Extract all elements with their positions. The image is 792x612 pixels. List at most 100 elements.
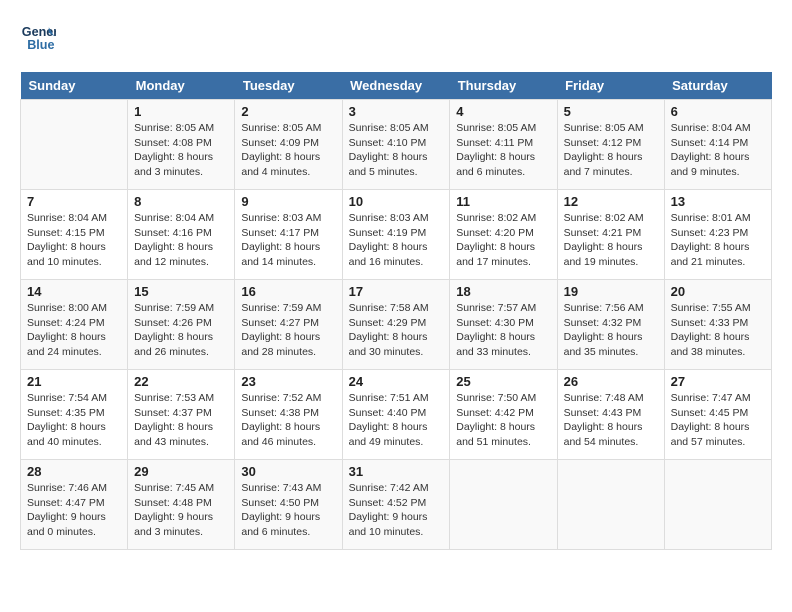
day-info: Sunrise: 7:46 AMSunset: 4:47 PMDaylight:… (27, 481, 121, 540)
calendar-cell: 18 Sunrise: 7:57 AMSunset: 4:30 PMDayligh… (450, 280, 557, 370)
day-number: 31 (349, 464, 444, 479)
day-info: Sunrise: 8:00 AMSunset: 4:24 PMDaylight:… (27, 301, 121, 360)
calendar-cell: 27Sunrise: 7:47 AMSunset: 4:45 PMDayligh… (664, 370, 771, 460)
day-info: Sunrise: 7:50 AMSunset: 4:42 PMDaylight:… (456, 391, 550, 450)
calendar-cell: 15 Sunrise: 7:59 AMSunset: 4:26 PMDayligh… (128, 280, 235, 370)
weekday-header-cell: Tuesday (235, 72, 342, 100)
day-number: 21 (27, 374, 121, 389)
weekday-header-row: SundayMondayTuesdayWednesdayThursdayFrid… (21, 72, 772, 100)
day-number: 28 (27, 464, 121, 479)
day-number: 29 (134, 464, 228, 479)
calendar-cell: 21 Sunrise: 7:54 AMSunset: 4:35 PMDayligh… (21, 370, 128, 460)
day-info: Sunrise: 7:43 AMSunset: 4:50 PMDaylight:… (241, 481, 335, 540)
weekday-header-cell: Thursday (450, 72, 557, 100)
day-number: 8 (134, 194, 228, 209)
calendar-cell: 14 Sunrise: 8:00 AMSunset: 4:24 PMDayligh… (21, 280, 128, 370)
day-number: 5 (564, 104, 658, 119)
day-number: 27 (671, 374, 765, 389)
weekday-header-cell: Sunday (21, 72, 128, 100)
day-number: 13 (671, 194, 765, 209)
day-number: 10 (349, 194, 444, 209)
calendar-cell (21, 100, 128, 190)
calendar-cell: 22 Sunrise: 7:53 AMSunset: 4:37 PMDayligh… (128, 370, 235, 460)
calendar-cell (664, 460, 771, 550)
calendar-cell: 16 Sunrise: 7:59 AMSunset: 4:27 PMDayligh… (235, 280, 342, 370)
day-number: 15 (134, 284, 228, 299)
day-number: 20 (671, 284, 765, 299)
day-info: Sunrise: 7:55 AMSunset: 4:33 PMDaylight:… (671, 301, 765, 360)
logo-icon: General Blue (20, 20, 56, 56)
calendar-cell (450, 460, 557, 550)
day-info: Sunrise: 8:02 AMSunset: 4:21 PMDaylight:… (564, 211, 658, 270)
calendar-week-row: 1Sunrise: 8:05 AMSunset: 4:08 PMDaylight… (21, 100, 772, 190)
day-number: 25 (456, 374, 550, 389)
day-number: 26 (564, 374, 658, 389)
day-number: 22 (134, 374, 228, 389)
calendar-cell: 31 Sunrise: 7:42 AMSunset: 4:52 PMDayligh… (342, 460, 450, 550)
calendar-week-row: 28 Sunrise: 7:46 AMSunset: 4:47 PMDayligh… (21, 460, 772, 550)
day-info: Sunrise: 8:05 AMSunset: 4:10 PMDaylight:… (349, 121, 444, 180)
day-number: 18 (456, 284, 550, 299)
day-number: 3 (349, 104, 444, 119)
day-info: Sunrise: 7:59 AMSunset: 4:27 PMDaylight:… (241, 301, 335, 360)
calendar-cell: 24Sunrise: 7:51 AMSunset: 4:40 PMDayligh… (342, 370, 450, 460)
calendar-cell: 10Sunrise: 8:03 AMSunset: 4:19 PMDayligh… (342, 190, 450, 280)
day-info: Sunrise: 7:52 AMSunset: 4:38 PMDaylight:… (241, 391, 335, 450)
calendar-week-row: 7 Sunrise: 8:04 AMSunset: 4:15 PMDaylight… (21, 190, 772, 280)
day-info: Sunrise: 8:05 AMSunset: 4:09 PMDaylight:… (241, 121, 335, 180)
day-number: 11 (456, 194, 550, 209)
day-number: 6 (671, 104, 765, 119)
calendar-cell: 26 Sunrise: 7:48 AMSunset: 4:43 PMDayligh… (557, 370, 664, 460)
calendar-week-row: 21 Sunrise: 7:54 AMSunset: 4:35 PMDayligh… (21, 370, 772, 460)
calendar-cell: 20 Sunrise: 7:55 AMSunset: 4:33 PMDayligh… (664, 280, 771, 370)
day-info: Sunrise: 7:59 AMSunset: 4:26 PMDaylight:… (134, 301, 228, 360)
day-number: 7 (27, 194, 121, 209)
calendar-cell: 3 Sunrise: 8:05 AMSunset: 4:10 PMDaylight… (342, 100, 450, 190)
day-info: Sunrise: 7:45 AMSunset: 4:48 PMDaylight:… (134, 481, 228, 540)
calendar-body: 1Sunrise: 8:05 AMSunset: 4:08 PMDaylight… (21, 100, 772, 550)
calendar-cell: 17Sunrise: 7:58 AMSunset: 4:29 PMDayligh… (342, 280, 450, 370)
day-info: Sunrise: 8:05 AMSunset: 4:11 PMDaylight:… (456, 121, 550, 180)
day-number: 1 (134, 104, 228, 119)
day-info: Sunrise: 7:48 AMSunset: 4:43 PMDaylight:… (564, 391, 658, 450)
day-info: Sunrise: 8:01 AMSunset: 4:23 PMDaylight:… (671, 211, 765, 270)
calendar-cell: 28 Sunrise: 7:46 AMSunset: 4:47 PMDayligh… (21, 460, 128, 550)
day-number: 17 (349, 284, 444, 299)
day-info: Sunrise: 7:51 AMSunset: 4:40 PMDaylight:… (349, 391, 444, 450)
calendar-cell: 13 Sunrise: 8:01 AMSunset: 4:23 PMDayligh… (664, 190, 771, 280)
calendar-table: SundayMondayTuesdayWednesdayThursdayFrid… (20, 72, 772, 550)
day-number: 16 (241, 284, 335, 299)
calendar-cell: 25 Sunrise: 7:50 AMSunset: 4:42 PMDayligh… (450, 370, 557, 460)
day-info: Sunrise: 8:04 AMSunset: 4:14 PMDaylight:… (671, 121, 765, 180)
day-info: Sunrise: 7:53 AMSunset: 4:37 PMDaylight:… (134, 391, 228, 450)
day-number: 2 (241, 104, 335, 119)
calendar-cell: 8 Sunrise: 8:04 AMSunset: 4:16 PMDaylight… (128, 190, 235, 280)
calendar-week-row: 14 Sunrise: 8:00 AMSunset: 4:24 PMDayligh… (21, 280, 772, 370)
calendar-cell: 19 Sunrise: 7:56 AMSunset: 4:32 PMDayligh… (557, 280, 664, 370)
calendar-cell: 6 Sunrise: 8:04 AMSunset: 4:14 PMDaylight… (664, 100, 771, 190)
day-info: Sunrise: 8:04 AMSunset: 4:16 PMDaylight:… (134, 211, 228, 270)
calendar-cell: 2 Sunrise: 8:05 AMSunset: 4:09 PMDaylight… (235, 100, 342, 190)
day-number: 9 (241, 194, 335, 209)
calendar-cell: 4Sunrise: 8:05 AMSunset: 4:11 PMDaylight… (450, 100, 557, 190)
calendar-cell: 30 Sunrise: 7:43 AMSunset: 4:50 PMDayligh… (235, 460, 342, 550)
weekday-header-cell: Wednesday (342, 72, 450, 100)
day-info: Sunrise: 7:56 AMSunset: 4:32 PMDaylight:… (564, 301, 658, 360)
logo: General Blue (20, 20, 56, 56)
day-number: 14 (27, 284, 121, 299)
day-info: Sunrise: 7:54 AMSunset: 4:35 PMDaylight:… (27, 391, 121, 450)
calendar-cell: 9Sunrise: 8:03 AMSunset: 4:17 PMDaylight… (235, 190, 342, 280)
day-info: Sunrise: 7:42 AMSunset: 4:52 PMDaylight:… (349, 481, 444, 540)
weekday-header-cell: Friday (557, 72, 664, 100)
day-info: Sunrise: 8:05 AMSunset: 4:12 PMDaylight:… (564, 121, 658, 180)
calendar-cell: 5 Sunrise: 8:05 AMSunset: 4:12 PMDaylight… (557, 100, 664, 190)
calendar-cell: 11Sunrise: 8:02 AMSunset: 4:20 PMDayligh… (450, 190, 557, 280)
calendar-cell: 1Sunrise: 8:05 AMSunset: 4:08 PMDaylight… (128, 100, 235, 190)
calendar-cell: 12 Sunrise: 8:02 AMSunset: 4:21 PMDayligh… (557, 190, 664, 280)
day-info: Sunrise: 7:57 AMSunset: 4:30 PMDaylight:… (456, 301, 550, 360)
day-number: 30 (241, 464, 335, 479)
day-number: 12 (564, 194, 658, 209)
day-number: 19 (564, 284, 658, 299)
day-number: 23 (241, 374, 335, 389)
day-info: Sunrise: 8:04 AMSunset: 4:15 PMDaylight:… (27, 211, 121, 270)
